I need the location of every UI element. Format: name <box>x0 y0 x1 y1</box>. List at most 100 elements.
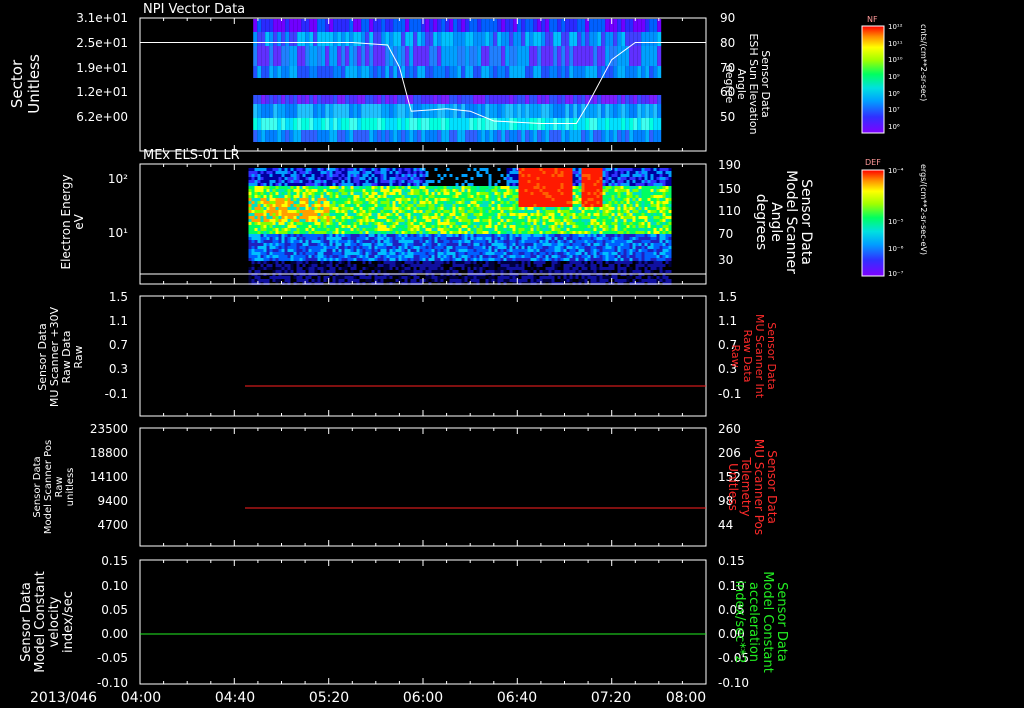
heatmap-cell <box>392 252 396 255</box>
heatmap-cell <box>374 276 378 279</box>
heatmap-cell <box>485 270 489 273</box>
heatmap-cell <box>440 261 444 264</box>
heatmap-cell <box>551 210 555 213</box>
heatmap-cell <box>449 130 454 142</box>
heatmap-cell <box>341 279 345 282</box>
heatmap-cell <box>260 171 264 174</box>
heatmap-cell <box>284 219 288 222</box>
heatmap-cell <box>481 95 486 104</box>
heatmap-cell <box>524 246 528 249</box>
heatmap-cell <box>452 207 456 210</box>
heatmap-cell <box>421 66 426 78</box>
heatmap-cell <box>488 255 492 258</box>
colorbar-tick: 10⁹ <box>888 73 900 81</box>
heatmap-cell <box>461 228 465 231</box>
heatmap-cell <box>302 207 306 210</box>
heatmap-cell <box>425 219 429 222</box>
heatmap-cell <box>446 267 450 270</box>
heatmap-cell <box>293 255 297 258</box>
heatmap-cell <box>458 231 462 234</box>
heatmap-cell <box>488 276 492 279</box>
heatmap-cell <box>491 264 495 267</box>
heatmap-cell <box>278 228 282 231</box>
heatmap-cell <box>509 216 513 219</box>
heatmap-cell <box>518 246 522 249</box>
heatmap-cell <box>491 240 495 243</box>
heatmap-cell <box>266 225 270 228</box>
heatmap-cell <box>524 255 528 258</box>
heatmap-cell <box>377 201 381 204</box>
heatmap-cell <box>308 234 312 237</box>
heatmap-cell <box>433 32 438 46</box>
heatmap-cell <box>542 180 546 183</box>
heatmap-cell <box>464 195 468 198</box>
heatmap-cell <box>545 240 549 243</box>
heatmap-cell <box>422 207 426 210</box>
heatmap-cell <box>457 32 462 46</box>
heatmap-cell <box>512 177 516 180</box>
heatmap-cell <box>257 219 261 222</box>
heatmap-cell <box>482 189 486 192</box>
heatmap-cell <box>251 198 255 201</box>
heatmap-cell <box>565 19 570 32</box>
heatmap-cell <box>549 130 554 142</box>
heatmap-cell <box>551 177 555 180</box>
heatmap-cell <box>386 276 390 279</box>
heatmap-cell <box>251 180 255 183</box>
heatmap-cell <box>401 261 405 264</box>
heatmap-cell <box>289 130 294 142</box>
heatmap-cell <box>467 198 471 201</box>
heatmap-cell <box>530 213 534 216</box>
heatmap-cell <box>637 46 642 66</box>
heatmap-cell <box>356 201 360 204</box>
heatmap-cell <box>541 19 546 32</box>
heatmap-cell <box>281 207 285 210</box>
heatmap-cell <box>350 225 354 228</box>
heatmap-cell <box>278 216 282 219</box>
heatmap-cell <box>395 186 399 189</box>
heatmap-cell <box>527 171 531 174</box>
heatmap-cell <box>458 168 462 171</box>
heatmap-cell <box>326 258 330 261</box>
heatmap-cell <box>539 213 543 216</box>
heatmap-cell <box>503 261 507 264</box>
heatmap-cell <box>413 252 417 255</box>
heatmap-cell <box>512 171 516 174</box>
heatmap-cell <box>473 186 477 189</box>
heatmap-cell <box>521 255 525 258</box>
heatmap-cell <box>453 66 458 78</box>
heatmap-cell <box>281 130 286 142</box>
heatmap-cell <box>338 243 342 246</box>
heatmap-cell <box>488 195 492 198</box>
heatmap-cell <box>431 249 435 252</box>
heatmap-cell <box>485 130 490 142</box>
heatmap-cell <box>251 174 255 177</box>
heatmap-cell <box>653 32 658 46</box>
heatmap-cell <box>362 192 366 195</box>
heatmap-cell <box>434 180 438 183</box>
heatmap-cell <box>506 246 510 249</box>
heatmap-cell <box>293 270 297 273</box>
heatmap-cell <box>569 66 574 78</box>
heatmap-cell <box>473 258 477 261</box>
heatmap-cell <box>287 279 291 282</box>
heatmap-cell <box>338 192 342 195</box>
heatmap-cell <box>428 234 432 237</box>
heatmap-cell <box>536 174 540 177</box>
heatmap-cell <box>476 264 480 267</box>
heatmap-cell <box>413 237 417 240</box>
heatmap-cell <box>357 130 362 142</box>
heatmap-cell <box>323 177 327 180</box>
heatmap-cell <box>257 204 261 207</box>
heatmap-cell <box>251 204 255 207</box>
heatmap-cell <box>365 186 369 189</box>
heatmap-cell <box>257 252 261 255</box>
heatmap-cell <box>560 222 564 225</box>
heatmap-cell <box>509 225 513 228</box>
heatmap-cell <box>317 19 322 32</box>
heatmap-cell <box>440 243 444 246</box>
heatmap-cell <box>527 174 531 177</box>
heatmap-cell <box>452 198 456 201</box>
heatmap-cell <box>533 66 538 78</box>
heatmap-cell <box>533 198 537 201</box>
